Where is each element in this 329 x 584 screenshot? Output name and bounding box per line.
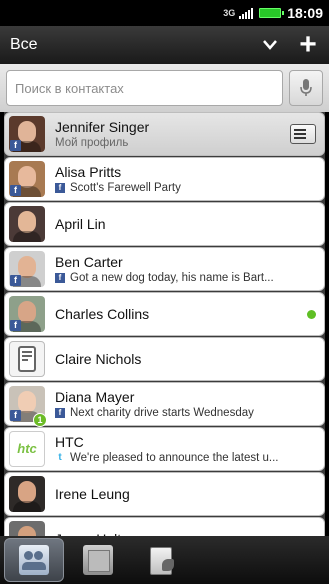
facebook-badge-icon: f (10, 140, 21, 151)
status-text: Мой профиль (55, 137, 129, 149)
my-profile-label: Мой профиль (55, 137, 290, 149)
status-text: Scott's Farewell Party (70, 182, 181, 194)
contact-list[interactable]: f Jennifer Singer Мой профиль f Alisa Pritts… (4, 112, 325, 536)
chevron-down-icon[interactable] (255, 30, 285, 60)
avatar[interactable] (9, 206, 45, 242)
facebook-badge-icon: f (10, 320, 21, 331)
contact-info: Irene Leung (55, 486, 324, 502)
contact-info: HTC t We're pleased to announce the latest… (55, 434, 324, 464)
contact-name: HTC (55, 434, 84, 450)
facebook-icon: f (55, 408, 65, 418)
contact-status: f Next charity drive starts Wednesday (55, 407, 324, 419)
contact-name: Charles Collins (55, 306, 150, 322)
contact-name: April Lin (55, 216, 106, 232)
contact-row[interactable]: f Charles Collins (4, 292, 325, 336)
tab-people[interactable] (4, 538, 64, 582)
groups-icon (83, 545, 113, 575)
notification-count-badge: 1 (33, 413, 47, 427)
tab-groups[interactable] (68, 538, 128, 582)
facebook-badge-icon: f (10, 275, 21, 286)
contact-row[interactable]: f Alisa Pritts f Scott's Farewell Party (4, 157, 325, 201)
htc-logo: htc (17, 441, 37, 456)
facebook-icon: f (55, 183, 65, 193)
contact-info: Diana Mayer f Next charity drive starts We… (55, 389, 324, 419)
search-input[interactable]: Поиск в контактах (6, 70, 283, 106)
contact-row[interactable]: f Ben Carter f Got a new dog today, his nam… (4, 247, 325, 291)
network-type-icon: 3G (223, 7, 236, 18)
microphone-icon[interactable] (289, 70, 323, 106)
online-status-icon (307, 309, 316, 319)
status-text: Got a new dog today, his name is Bart... (70, 272, 274, 284)
status-bar: 3G 18:09 (0, 0, 329, 26)
app-header: Все + (0, 26, 329, 64)
filter-title[interactable]: Все (10, 36, 255, 54)
contact-name: Alisa Pritts (55, 164, 122, 180)
contact-info: April Lin (55, 216, 324, 232)
contact-row[interactable]: htc HTC t We're pleased to announce the lat… (4, 427, 325, 471)
search-bar: Поиск в контактах (0, 64, 329, 112)
call-history-icon (147, 545, 177, 575)
avatar[interactable]: f (9, 116, 45, 152)
contact-row[interactable]: Jason Holt (4, 517, 325, 536)
avatar[interactable]: f (9, 161, 45, 197)
people-icon (19, 545, 49, 575)
contact-info: Claire Nichols (55, 351, 324, 367)
contact-row[interactable]: f 1 Diana Mayer f Next charity drive starts … (4, 382, 325, 427)
contact-name: Diana Mayer (55, 389, 135, 405)
contact-row[interactable]: Irene Leung (4, 472, 325, 516)
my-profile-row[interactable]: f Jennifer Singer Мой профиль (4, 112, 325, 156)
facebook-icon: f (55, 273, 65, 283)
avatar[interactable]: f (9, 296, 45, 332)
battery-icon (259, 8, 285, 18)
contact-status: t We're pleased to announce the latest u.… (55, 452, 324, 464)
contact-name: Irene Leung (55, 486, 130, 502)
avatar[interactable] (9, 341, 45, 377)
contact-row[interactable]: Claire Nichols (4, 337, 325, 381)
send-card-icon[interactable] (290, 124, 316, 144)
contact-info: Charles Collins (55, 306, 307, 322)
contact-name: Jennifer Singer (55, 119, 150, 135)
contact-status: f Got a new dog today, his name is Bart..… (55, 272, 324, 284)
contact-info: Ben Carter f Got a new dog today, his name… (55, 254, 324, 284)
contact-info: Jennifer Singer Мой профиль (55, 119, 290, 149)
status-text: We're pleased to announce the latest u..… (70, 452, 279, 464)
signal-icon (239, 7, 254, 19)
avatar[interactable]: htc (9, 431, 45, 467)
facebook-badge-icon: f (10, 410, 21, 421)
facebook-badge-icon: f (10, 185, 21, 196)
twitter-icon: t (58, 452, 62, 463)
tab-call-history[interactable] (132, 538, 192, 582)
avatar[interactable] (9, 476, 45, 512)
add-contact-button[interactable]: + (291, 28, 325, 62)
bottom-tab-bar (0, 536, 329, 584)
contact-status: f Scott's Farewell Party (55, 182, 324, 194)
contact-name: Ben Carter (55, 254, 123, 270)
clock: 18:09 (287, 5, 323, 21)
contact-row[interactable]: April Lin (4, 202, 325, 246)
avatar[interactable] (9, 521, 45, 536)
contact-name: Claire Nichols (55, 351, 142, 367)
avatar[interactable]: f (9, 251, 45, 287)
contact-info: Alisa Pritts f Scott's Farewell Party (55, 164, 324, 194)
status-text: Next charity drive starts Wednesday (70, 407, 254, 419)
